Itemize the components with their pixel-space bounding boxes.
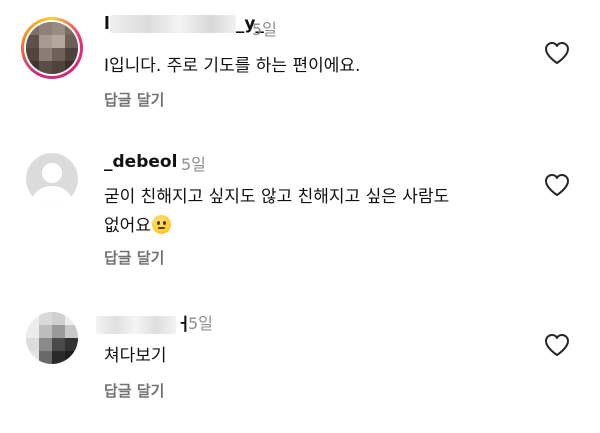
comment-item: l _y_ 5일 I입니다. 주로 기도를 하는 편이에요. 답글 달기 (0, 0, 600, 120)
comment-text-line-2: 없어요 (104, 212, 171, 240)
heart-outline-icon[interactable] (544, 333, 570, 357)
heart-outline-icon[interactable] (544, 41, 570, 65)
heart-outline-icon[interactable] (544, 173, 570, 197)
comment-time: 5일 (252, 20, 277, 39)
avatar[interactable] (26, 153, 78, 205)
comment-username[interactable]: ㅓ (96, 310, 192, 335)
reply-button[interactable]: 답글 달기 (104, 380, 164, 401)
reply-button[interactable]: 답글 달기 (104, 247, 164, 268)
username-censor-block (109, 15, 236, 33)
comment-text: 쳐다보기 (104, 346, 167, 366)
comment-item: _debeol 5일 굳이 친해지고 싶지도 않고 친해지고 싶은 사람도 없어… (0, 140, 600, 280)
comment-username[interactable]: _debeol (104, 152, 177, 172)
avatar (26, 22, 78, 74)
comment-text: I입니다. 주로 기도를 하는 편이에요. (104, 56, 361, 76)
comment-text-line-1: 굳이 친해지고 싶지도 않고 친해지고 싶은 사람도 (104, 187, 450, 207)
neutral-face-emoji (151, 215, 171, 234)
comment-item: ㅓ 5일 쳐다보기 답글 달기 (0, 300, 600, 420)
username-censor-block (96, 316, 176, 334)
comment-time: 5일 (181, 155, 206, 174)
comment-username[interactable]: l _y_ (104, 14, 264, 34)
avatar-story-ring[interactable] (21, 17, 83, 79)
avatar[interactable] (26, 312, 78, 364)
comment-time: 5일 (188, 314, 213, 333)
reply-button[interactable]: 답글 달기 (104, 89, 164, 110)
